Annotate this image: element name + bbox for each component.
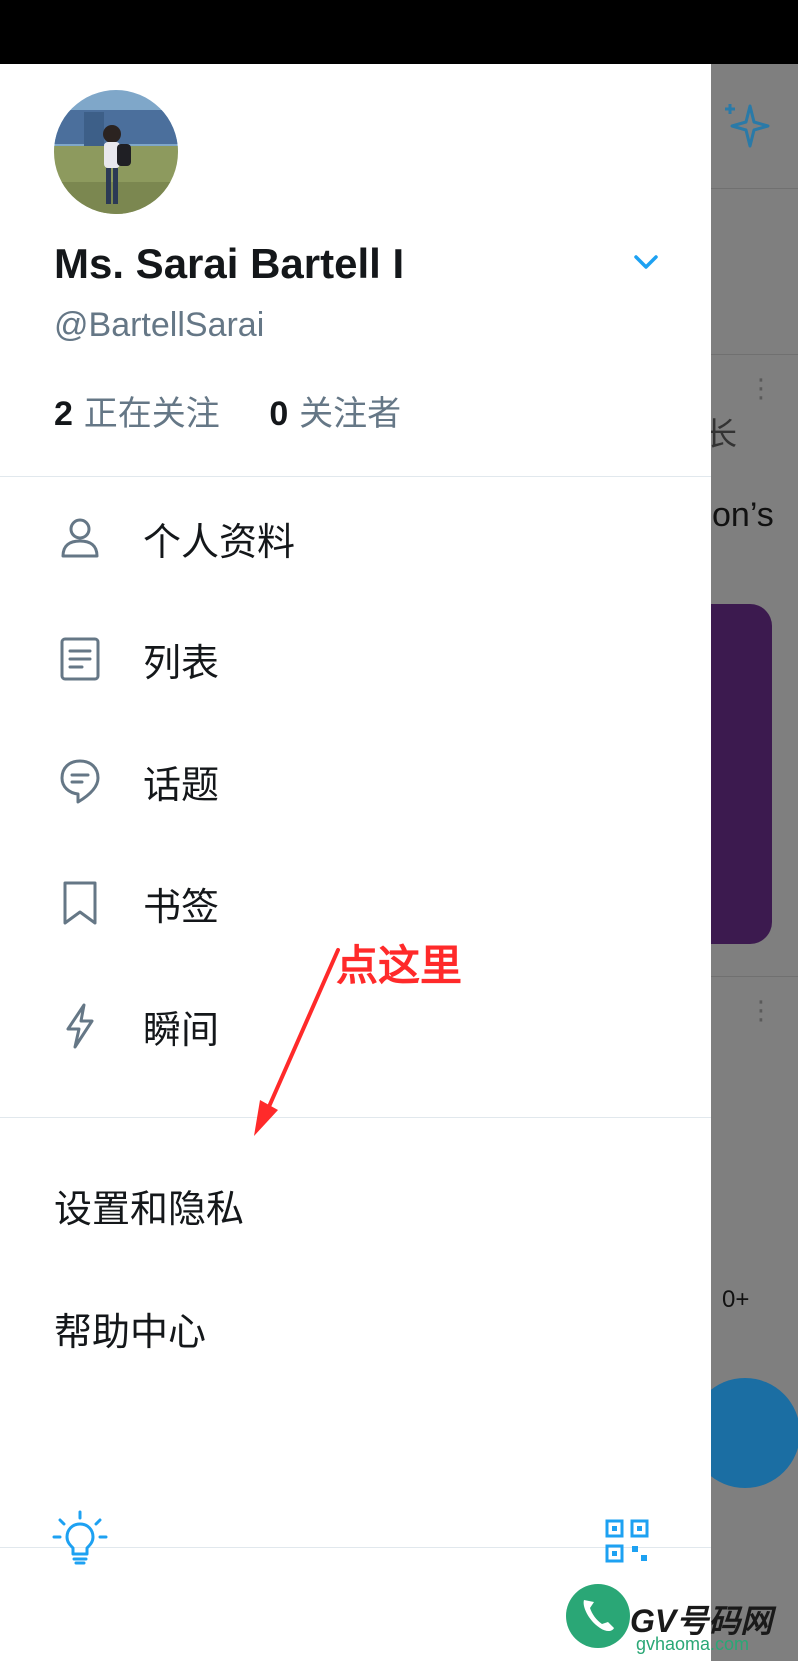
moments-icon: [66, 1003, 94, 1049]
help-center-item[interactable]: 帮助中心: [0, 1278, 711, 1378]
menu-item-label: 列表: [143, 640, 220, 685]
following-label: 正在关注: [83, 394, 220, 434]
qr-code-icon[interactable]: [604, 1518, 650, 1564]
topics-icon: [60, 759, 100, 804]
menu-item-label: 书签: [143, 884, 220, 929]
settings-privacy-item[interactable]: 设置和隐私: [0, 1155, 711, 1255]
menu-item-topics[interactable]: 话题: [0, 726, 711, 836]
status-bar: [0, 0, 798, 64]
sparkle-icon[interactable]: [720, 100, 772, 152]
timeline-count: 0+: [722, 1286, 750, 1313]
menu-item-profile[interactable]: 个人资料: [0, 483, 711, 593]
chevron-down-icon[interactable]: [630, 246, 662, 278]
account-name[interactable]: Ms. Sarai Bartell I: [54, 240, 404, 288]
menu-item-label: 瞬间: [143, 1007, 220, 1052]
person-icon: [61, 518, 99, 558]
list-icon: [60, 637, 100, 681]
follow-stats: 2 正在关注 0 关注者: [54, 386, 401, 435]
watermark-url: gvhaoma.com: [636, 1634, 750, 1654]
following-link[interactable]: 2 正在关注: [54, 394, 231, 434]
followers-count: 0: [269, 395, 289, 433]
navigation-drawer: Ms. Sarai Bartell I @BartellSarai 2 正在关注…: [0, 64, 711, 1661]
timeline-partial-text: on’s: [712, 496, 774, 534]
menu-item-label: 个人资料: [143, 519, 296, 564]
avatar[interactable]: [54, 90, 178, 214]
followers-label: 关注者: [299, 394, 402, 434]
following-count: 2: [54, 395, 73, 433]
annotation-text: 点这里: [336, 941, 463, 990]
more-dots-icon[interactable]: ⋮: [748, 376, 774, 402]
menu-item-label: 话题: [143, 762, 220, 807]
account-handle: @BartellSarai: [54, 306, 265, 344]
timeline-separator: [710, 354, 798, 355]
divider: [0, 476, 711, 477]
help-center-label: 帮助中心: [54, 1309, 207, 1354]
timeline-separator: [710, 976, 798, 977]
settings-privacy-label: 设置和隐私: [54, 1186, 245, 1231]
followers-link[interactable]: 0 关注者: [269, 394, 401, 434]
bookmark-icon: [63, 881, 97, 925]
menu-item-lists[interactable]: 列表: [0, 604, 711, 714]
lightbulb-icon[interactable]: [52, 1510, 108, 1566]
more-dots-icon[interactable]: ⋮: [748, 998, 774, 1024]
